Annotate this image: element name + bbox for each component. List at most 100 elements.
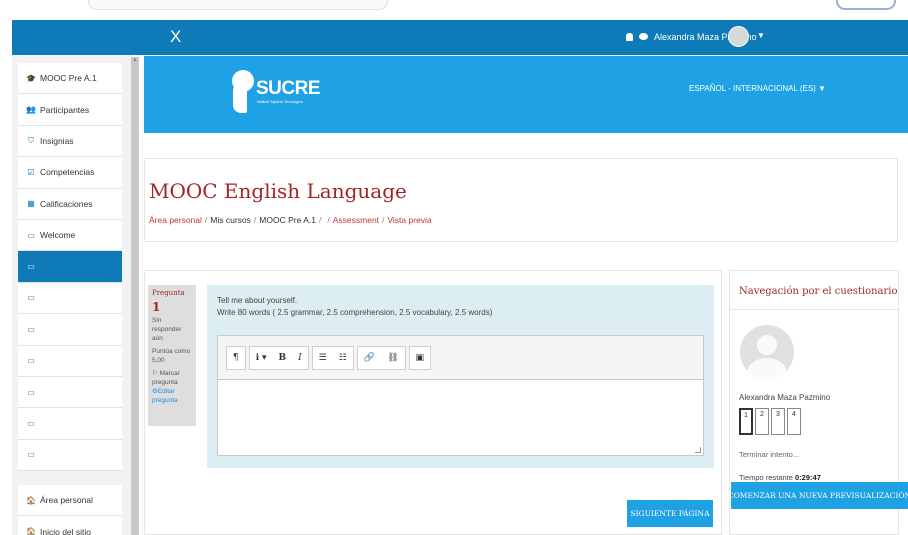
quiz-user-name: Alexandra Maza Pazmino xyxy=(739,393,831,402)
toolbar-group: 🔗 ⛓ xyxy=(356,345,406,370)
chevron-down-icon[interactable]: ▼ xyxy=(757,31,765,40)
question-nav-button[interactable]: 1 xyxy=(739,408,753,435)
question-nav-button[interactable]: 2 xyxy=(755,408,769,435)
sidebar-item-label: Welcome xyxy=(40,230,76,241)
flag-icon: ⚐ xyxy=(152,370,160,378)
finish-attempt-link[interactable]: Terminar intento... xyxy=(739,450,799,459)
sidebar-item-welcome[interactable]: ▭ Welcome xyxy=(18,219,122,252)
browser-button[interactable] xyxy=(836,0,896,10)
paragraph-icon[interactable]: ¶ xyxy=(227,346,245,370)
flag-question-link[interactable]: ⚐ Marcar pregunta xyxy=(152,369,192,387)
sidebar-item-label: Insignias xyxy=(40,135,74,146)
sidebar-item-section[interactable]: ▭ xyxy=(18,282,122,315)
sidebar-item-dashboard[interactable]: 🏠 Área personal xyxy=(18,485,122,517)
resize-handle-icon[interactable] xyxy=(695,447,701,453)
breadcrumb-separator: / xyxy=(382,215,385,225)
sidebar-item-label: Participantes xyxy=(40,104,90,115)
check-square-icon: ☑ xyxy=(27,167,35,177)
graduation-cap-icon: 🎓 xyxy=(26,73,36,83)
question-info: Pregunta 1 Sin responder aún Puntúa como… xyxy=(148,285,196,426)
sidebar-item-competencies[interactable]: ☑ Competencias xyxy=(18,157,122,189)
folder-icon: ▭ xyxy=(27,418,35,428)
avatar[interactable] xyxy=(728,26,749,47)
sidebar-item-section[interactable]: ▭ xyxy=(18,376,122,409)
breadcrumb-assessment[interactable]: Assessment xyxy=(333,215,379,225)
question-buttons: 1 2 3 4 xyxy=(739,408,803,435)
sidebar-item-course[interactable]: 🎓 MOOC Pre A.1 xyxy=(18,63,122,95)
editor-toolbar: ¶ ℹ ▾ B I ☰ ☷ 🔗 ⛓ ▣ xyxy=(218,336,703,380)
breadcrumb-separator: / xyxy=(204,215,208,225)
folder-icon: ▭ xyxy=(27,324,35,334)
link-icon[interactable]: 🔗 xyxy=(358,346,381,370)
sidebar-item-grades[interactable]: ▦ Calificaciones xyxy=(18,188,122,220)
sidebar-item-label: Área personal xyxy=(40,495,93,506)
sidebar-item-participants[interactable]: 👥 Participantes xyxy=(18,94,122,126)
folder-icon: ▭ xyxy=(27,450,35,460)
question-text-line1: Tell me about yourself. xyxy=(217,296,298,305)
essay-textarea[interactable] xyxy=(218,380,703,455)
essay-editor: ¶ ℹ ▾ B I ☰ ☷ 🔗 ⛓ ▣ xyxy=(217,335,704,456)
home-icon: 🏠 xyxy=(26,527,36,535)
question-nav-button[interactable]: 3 xyxy=(771,408,785,435)
bold-icon[interactable]: B xyxy=(273,346,293,370)
bell-icon[interactable] xyxy=(626,33,633,41)
breadcrumb-separator: / xyxy=(327,215,330,225)
numbered-list-icon[interactable]: ☷ xyxy=(333,346,353,370)
sidebar-item-site-home[interactable]: 🏠 Inicio del sitio xyxy=(18,516,122,535)
divider xyxy=(730,309,900,310)
question-text-line2: Write 80 words ( 2.5 grammar, 2.5 compre… xyxy=(217,307,493,317)
sidebar-item-section[interactable]: ▭ xyxy=(18,439,122,472)
address-pill xyxy=(88,0,388,10)
question-number: Pregunta 1 xyxy=(152,289,192,316)
logo-profile-shape xyxy=(233,86,247,113)
bulleted-list-icon[interactable]: ☰ xyxy=(313,346,333,370)
toolbar-group: ☰ ☷ xyxy=(311,345,354,370)
question-nav-button[interactable]: 4 xyxy=(787,408,801,435)
avatar-body-shape xyxy=(747,358,787,379)
breadcrumb-preview[interactable]: Vista previa xyxy=(387,215,431,225)
page-title: MOOC English Language xyxy=(149,179,407,203)
shield-icon: ⛉ xyxy=(28,135,34,145)
language-selector[interactable]: ESPAÑOL - INTERNACIONAL (ES) ▼ xyxy=(689,84,826,93)
breadcrumb: Área personal / Mis cursos / MOOC Pre A.1// A… xyxy=(149,215,432,225)
sidebar-item-badges[interactable]: ⛉ Insignias xyxy=(18,125,122,158)
sidebar-item-section-active[interactable]: ▭ xyxy=(18,251,122,283)
top-navbar: X Alexandra Maza Pazmino ▼ xyxy=(12,20,908,55)
toolbar-group: ℹ ▾ B I xyxy=(248,345,309,370)
scroll-up-icon[interactable]: ▲ xyxy=(132,57,138,63)
browser-top-strip xyxy=(0,0,908,20)
toolbar-group: ▣ xyxy=(408,345,432,370)
unlink-icon[interactable]: ⛓ xyxy=(381,346,404,370)
italic-icon[interactable]: I xyxy=(292,346,308,370)
folder-icon: ▭ xyxy=(27,356,35,366)
avatar-head-shape xyxy=(757,335,777,355)
chat-icon[interactable] xyxy=(639,33,648,40)
info-dropdown-icon[interactable]: ℹ ▾ xyxy=(250,346,273,370)
toolbar-group: ¶ xyxy=(226,345,246,370)
folder-icon: ▭ xyxy=(27,262,35,272)
start-new-preview-button[interactable]: COMENZAR UNA NUEVA PREVISUALIZACIÓN xyxy=(728,482,908,509)
question-score: Puntúa como 5,00 xyxy=(152,347,191,364)
quiz-timer: Tiempo restante 0:29:47 xyxy=(739,473,821,482)
logo[interactable]: SUCRE xyxy=(256,78,321,100)
logo-subtitle: Instituto Superior Tecnológico xyxy=(257,100,303,104)
image-icon[interactable]: ▣ xyxy=(410,346,431,370)
breadcrumb-course[interactable]: MOOC Pre A.1 xyxy=(259,215,316,225)
sidebar-item-section[interactable]: ▭ xyxy=(18,345,122,377)
folder-icon: ▭ xyxy=(27,230,35,240)
question-number-value: 1 xyxy=(152,299,161,314)
sidebar-item-label: MOOC Pre A.1 xyxy=(40,73,97,84)
sidebar-item-section[interactable]: ▭ xyxy=(18,314,122,346)
breadcrumb-my-courses: Mis cursos xyxy=(210,215,251,225)
question-region: Pregunta 1 Sin responder aún Puntúa como… xyxy=(144,270,722,535)
sidebar-scrollbar[interactable]: ▲ xyxy=(131,57,139,535)
question-content: Tell me about yourself. Write 80 words (… xyxy=(207,285,714,468)
sidebar-item-section[interactable]: ▭ xyxy=(18,408,122,440)
close-drawer-button[interactable]: X xyxy=(170,28,181,45)
sidebar-item-label: Inicio del sitio xyxy=(40,526,92,535)
breadcrumb-dashboard[interactable]: Área personal xyxy=(149,215,202,225)
sidebar-item-label: Competencias xyxy=(40,167,95,178)
page: X Alexandra Maza Pazmino ▼ 🎓 MOOC Pre A.1… xyxy=(0,0,908,535)
edit-question-link[interactable]: ⚙Editar pregunta xyxy=(152,387,192,405)
next-page-button[interactable]: SIGUIENTE PÁGINA xyxy=(627,500,713,527)
